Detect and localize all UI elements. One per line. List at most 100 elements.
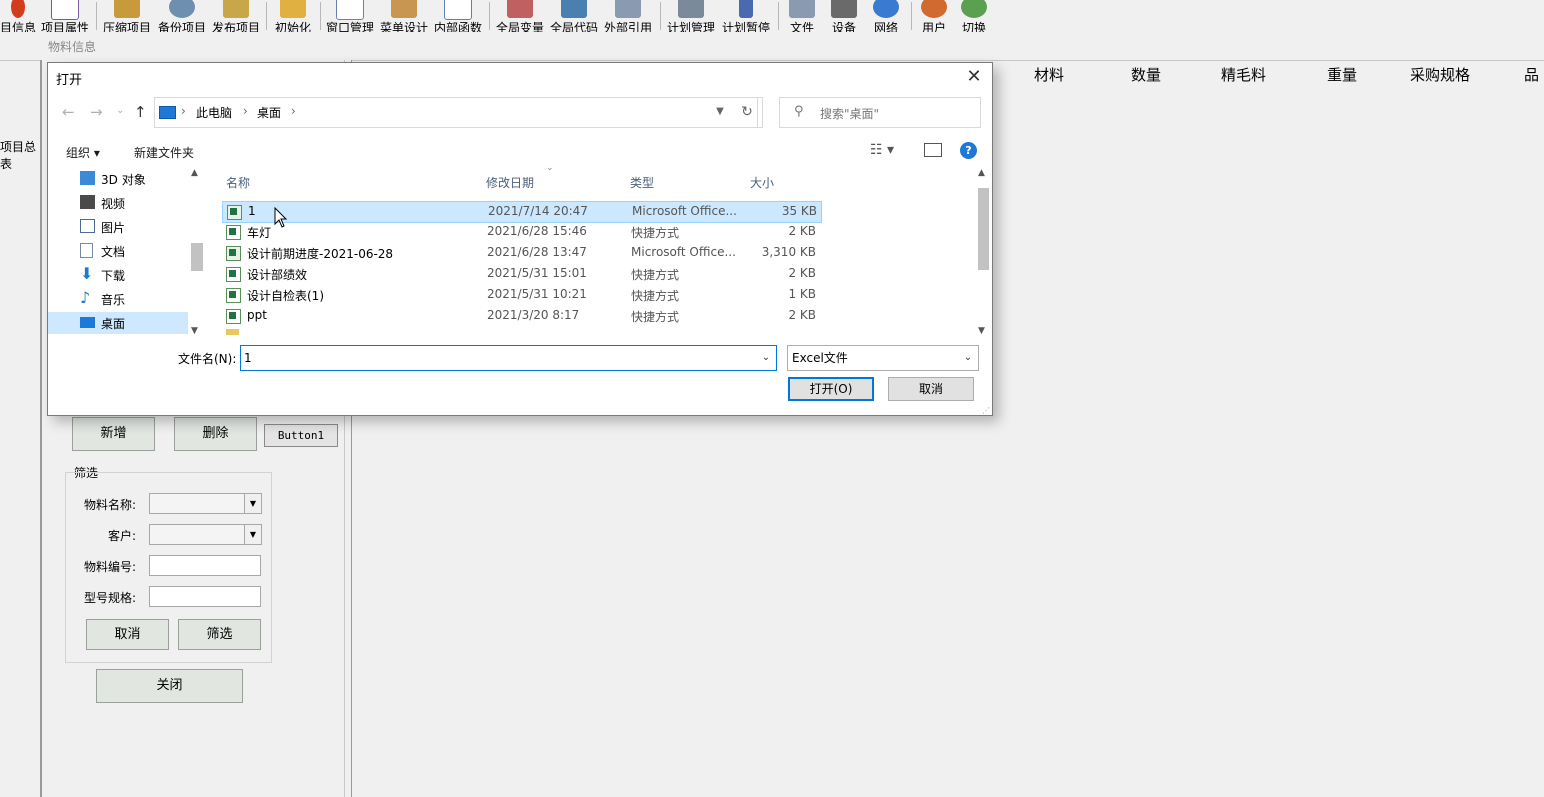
add-button[interactable]: 新增 <box>72 417 155 451</box>
tree-item-documents[interactable]: 文档 <box>48 240 188 262</box>
chevron-down-icon[interactable]: ⌄ <box>958 346 978 370</box>
toolbar-item-schedule-pause[interactable]: 计划暂停 <box>720 0 772 32</box>
tree-item-downloads[interactable]: ⬇ 下载 <box>48 264 188 286</box>
help-icon[interactable]: ? <box>960 142 977 159</box>
file-row[interactable]: ppt 2021/3/20 8:17 快捷方式 2 KB <box>222 306 820 326</box>
dialog-cancel-button[interactable]: 取消 <box>888 377 974 401</box>
address-bar[interactable]: › 此电脑 › 桌面 › <box>154 97 758 128</box>
tree-item-desktop[interactable]: 桌面 <box>48 312 188 334</box>
tree-item-music[interactable]: ♪ 音乐 <box>48 288 188 310</box>
file-type-select[interactable]: Excel文件 ⌄ <box>787 345 979 371</box>
scroll-up-icon[interactable]: ▲ <box>978 168 985 178</box>
grid-header-quantity[interactable]: 数量 <box>1131 64 1161 85</box>
preview-pane-icon[interactable] <box>924 143 942 157</box>
customer-combo[interactable]: ▼ <box>149 524 262 545</box>
column-header-modified[interactable]: 修改日期 <box>486 174 534 191</box>
toolbar-item-internal-functions[interactable]: 内部函数 <box>432 0 484 32</box>
grid-header-purchase-spec[interactable]: 采购规格 <box>1410 64 1470 85</box>
tree-item-3d-objects[interactable]: 3D 对象 <box>48 168 188 190</box>
breadcrumb-separator[interactable]: › <box>291 104 296 118</box>
scroll-down-icon[interactable]: ▼ <box>978 326 985 336</box>
dialog-title: 打开 <box>56 73 83 88</box>
variables-icon <box>507 0 533 18</box>
resize-grip-icon[interactable]: ⋰ <box>982 406 990 415</box>
file-row[interactable]: 设计前期进度-2021-06-28 2021/6/28 13:47 Micros… <box>222 243 820 263</box>
scroll-down-icon[interactable]: ▼ <box>191 326 198 336</box>
toolbar-item-backup-project[interactable]: 备份项目 <box>156 0 208 32</box>
column-header-size[interactable]: 大小 <box>750 174 774 191</box>
refresh-icon[interactable]: ↻ <box>732 97 763 128</box>
grid-header-product[interactable]: 品 <box>1524 64 1539 85</box>
toolbar-item-menu-design[interactable]: 菜单设计 <box>378 0 430 32</box>
toolbar-item-network[interactable]: 网络 <box>868 0 904 32</box>
switch-user-icon <box>961 0 987 18</box>
up-arrow-icon[interactable]: ↑ <box>134 103 147 121</box>
grid-header-material[interactable]: 材料 <box>1034 64 1064 85</box>
toolbar-item-project-info[interactable]: 目信息 <box>0 0 36 32</box>
button1[interactable]: Button1 <box>264 424 338 447</box>
breadcrumb-separator[interactable]: › <box>243 104 248 118</box>
breadcrumb-separator[interactable]: › <box>181 104 186 118</box>
file-row-partial[interactable] <box>222 329 820 335</box>
material-name-label: 物料名称: <box>83 498 136 512</box>
breadcrumb-this-pc[interactable]: 此电脑 <box>196 104 232 121</box>
navigation-scroll-thumb[interactable] <box>191 243 203 271</box>
organize-button[interactable]: 组织 ▾ <box>66 144 100 161</box>
chevron-down-icon[interactable]: ▼ <box>708 97 732 126</box>
toolbar-item-schedule-manager[interactable]: 计划管理 <box>664 0 718 32</box>
download-icon: ⬇ <box>80 264 94 283</box>
filter-cancel-button[interactable]: 取消 <box>86 619 169 650</box>
toolbar-item-project-properties[interactable]: 项目属性 <box>40 0 90 32</box>
file-row[interactable]: 车灯 2021/6/28 15:46 快捷方式 2 KB <box>222 222 820 242</box>
view-options-icon[interactable]: ☷ ▾ <box>870 142 894 158</box>
toolbar-item-publish-project[interactable]: 发布项目 <box>210 0 262 32</box>
file-row[interactable]: 设计自检表(1) 2021/5/31 10:21 快捷方式 1 KB <box>222 285 820 305</box>
toolbar-item-user[interactable]: 用户 <box>916 0 952 32</box>
toolbar-item-switch[interactable]: 切换 <box>956 0 992 32</box>
toolbar-item-window-manager[interactable]: 窗口管理 <box>324 0 376 32</box>
tab-project-summary[interactable]: 项目总表 <box>0 138 40 172</box>
scroll-up-icon[interactable]: ▲ <box>191 168 198 178</box>
picture-icon <box>80 219 95 233</box>
close-icon[interactable]: ✕ <box>962 65 986 89</box>
file-list-scroll-thumb[interactable] <box>978 188 989 270</box>
chevron-down-icon[interactable]: ▼ <box>244 494 261 513</box>
recent-locations-icon[interactable]: ⌄ <box>116 105 124 116</box>
filename-input[interactable]: 1 ⌄ <box>240 345 777 371</box>
chevron-down-icon[interactable]: ⌄ <box>756 346 776 370</box>
file-row[interactable]: 1 2021/7/14 20:47 Microsoft Office... 35… <box>222 201 822 223</box>
material-name-combo[interactable]: ▼ <box>149 493 262 514</box>
filter-apply-button[interactable]: 筛选 <box>178 619 261 650</box>
toolbar-item-global-code[interactable]: 全局代码 <box>548 0 600 32</box>
file-row[interactable]: 设计部绩效 2021/5/31 15:01 快捷方式 2 KB <box>222 264 820 284</box>
toolbar-separator <box>96 2 97 30</box>
column-header-name[interactable]: 名称 <box>226 174 250 191</box>
toolbar-item-global-variables[interactable]: 全局变量 <box>494 0 546 32</box>
wrench-icon <box>391 0 417 18</box>
new-folder-button[interactable]: 新建文件夹 <box>134 144 194 161</box>
column-header-type[interactable]: 类型 <box>630 174 654 191</box>
breadcrumb-desktop[interactable]: 桌面 <box>257 104 281 121</box>
close-button[interactable]: 关闭 <box>96 669 243 703</box>
toolbar-item-initialize[interactable]: 初始化 <box>272 0 314 32</box>
grid-header-weight[interactable]: 重量 <box>1327 64 1357 85</box>
toolbar-item-external-references[interactable]: 外部引用 <box>602 0 654 32</box>
back-arrow-icon[interactable]: ← <box>62 103 75 121</box>
material-code-input[interactable] <box>149 555 261 576</box>
tree-item-pictures[interactable]: 图片 <box>48 216 188 238</box>
excel-shortcut-icon <box>226 288 241 303</box>
tree-item-videos[interactable]: 视频 <box>48 192 188 214</box>
toolbar-item-file[interactable]: 文件 <box>784 0 820 32</box>
toolbar-item-device[interactable]: 设备 <box>826 0 862 32</box>
delete-button[interactable]: 删除 <box>174 417 257 451</box>
chevron-down-icon[interactable]: ▼ <box>244 525 261 544</box>
customer-label: 客户: <box>107 529 136 543</box>
grid-header-rough-material[interactable]: 精毛料 <box>1221 64 1266 85</box>
model-spec-input[interactable] <box>149 586 261 607</box>
toolbar-item-compress-project[interactable]: 压缩项目 <box>102 0 152 32</box>
toolbar-separator <box>778 2 779 30</box>
forward-arrow-icon[interactable]: → <box>90 103 103 121</box>
excel-icon <box>226 246 241 261</box>
open-button[interactable]: 打开(O) <box>788 377 874 401</box>
search-input[interactable]: ⚲ 搜索"桌面" <box>779 97 981 128</box>
